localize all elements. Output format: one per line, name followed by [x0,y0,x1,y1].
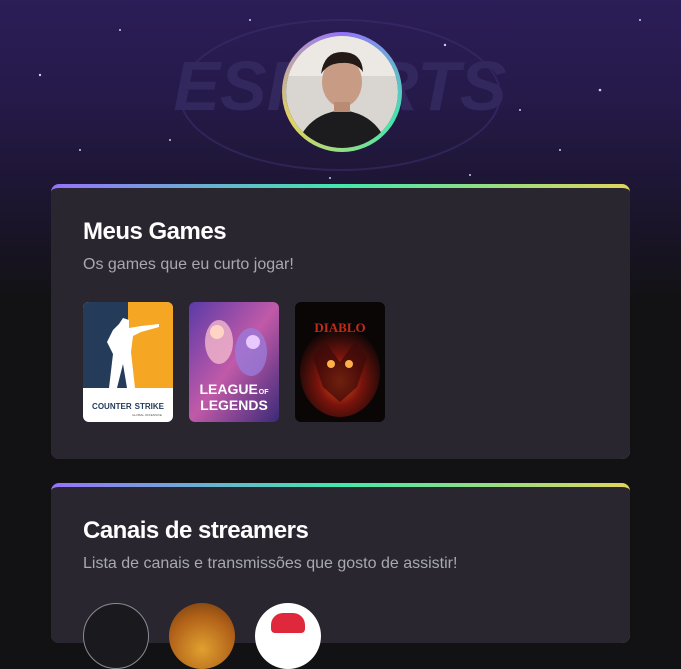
games-list: COUNTER STRIKE GLOBAL OFFENSIVE LEAGUEOF… [83,302,598,422]
streamers-subtitle: Lista de canais e transmissões que gosto… [83,555,458,572]
counter-strike-cover: COUNTER STRIKE GLOBAL OFFENSIVE [83,302,173,422]
profile-avatar[interactable] [282,32,402,152]
cs-cover-title: COUNTER STRIKE [92,402,165,411]
diablo-cover: DIABLO [295,302,385,422]
games-title: Meus Games [83,218,227,245]
avatar-photo [286,36,398,148]
streamers-card: Canais de streamers Lista de canais e tr… [51,483,630,669]
game-card-league-of-legends[interactable]: LEAGUEOF LEGENDS [189,302,279,422]
cs-cover-subtitle: GLOBAL OFFENSIVE [132,413,162,417]
streamers-list [83,603,598,669]
user-avatar-photo-icon [286,36,398,148]
diablo-cover-title: DIABLO [314,320,365,335]
streamers-title: Canais de streamers [83,517,309,544]
lol-cover-line2: LEGENDS [200,397,268,413]
games-card: Meus Games Os games que eu curto jogar! … [51,184,630,459]
streamer-avatar[interactable] [83,603,149,669]
streamer-logo-icon [271,613,305,633]
league-of-legends-cover: LEAGUEOF LEGENDS [189,302,279,422]
streamer-avatar[interactable] [169,603,235,669]
games-subtitle: Os games que eu curto jogar! [83,256,294,273]
streamer-avatar[interactable] [255,603,321,669]
game-card-diablo[interactable]: DIABLO [295,302,385,422]
game-card-counter-strike[interactable]: COUNTER STRIKE GLOBAL OFFENSIVE [83,302,173,422]
